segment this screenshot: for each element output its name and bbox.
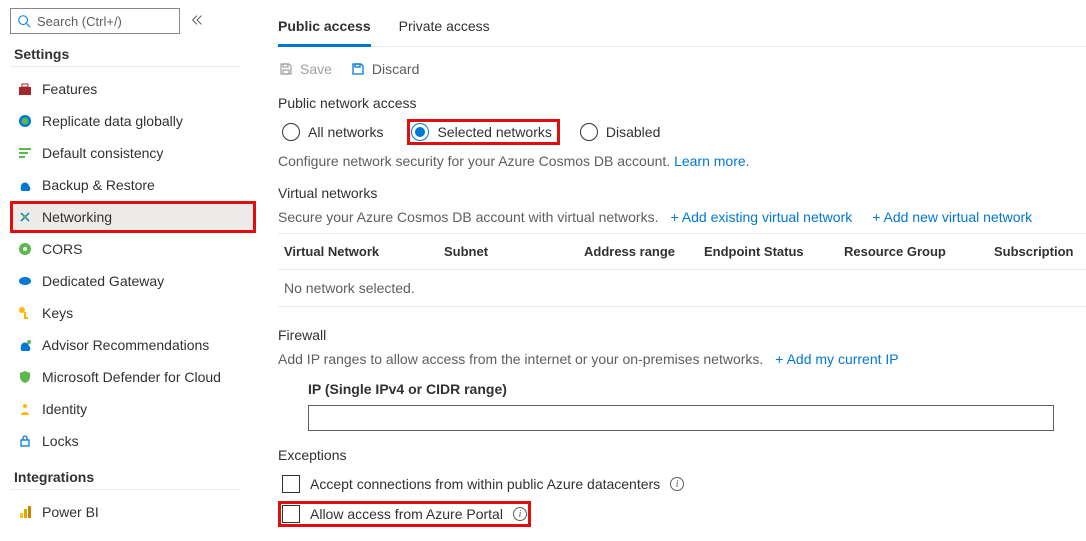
radio-icon — [580, 123, 598, 141]
sidebar-item-powerbi[interactable]: Power BI — [10, 496, 256, 528]
toolbox-icon — [14, 81, 36, 97]
info-icon[interactable]: i — [670, 477, 684, 491]
cloud-restore-icon — [14, 177, 36, 193]
sidebar-item-gateway[interactable]: Dedicated Gateway — [10, 265, 256, 297]
checkbox-icon — [282, 505, 300, 523]
sidebar-item-networking[interactable]: Networking — [10, 201, 256, 233]
networking-icon — [14, 209, 36, 225]
vnet-title: Virtual networks — [278, 185, 1086, 201]
radio-icon — [282, 123, 300, 141]
exceptions-title: Exceptions — [278, 447, 1086, 463]
checkbox-icon — [282, 475, 300, 493]
exception-azure-datacenters[interactable]: Accept connections from within public Az… — [278, 471, 1086, 497]
exception-azure-portal[interactable]: Allow access from Azure Portal i — [278, 501, 531, 527]
firewall-sub: Add IP ranges to allow access from the i… — [278, 351, 1086, 367]
sidebar-item-defender[interactable]: Microsoft Defender for Cloud — [10, 361, 256, 393]
col-subscription: Subscription — [994, 244, 1086, 259]
tabs: Public access Private access — [278, 10, 1086, 47]
col-subnet: Subnet — [444, 244, 584, 259]
identity-icon — [14, 401, 36, 417]
toolbar: Save Discard — [278, 47, 1086, 89]
vnet-sub: Secure your Azure Cosmos DB account with… — [278, 209, 1086, 225]
chevron-double-left-icon — [190, 13, 204, 27]
cors-icon — [14, 241, 36, 257]
ip-range-input[interactable] — [308, 405, 1054, 431]
tab-private-access[interactable]: Private access — [399, 10, 490, 46]
sidebar-item-locks[interactable]: Locks — [10, 425, 256, 457]
learn-more-link[interactable]: Learn more. — [674, 153, 749, 169]
search-input[interactable]: Search (Ctrl+/) — [10, 8, 180, 34]
discard-icon — [350, 61, 366, 77]
vnet-table-empty: No network selected. — [278, 270, 1086, 307]
sidebar-item-advisor[interactable]: Advisor Recommendations — [10, 329, 256, 361]
search-placeholder: Search (Ctrl+/) — [37, 14, 122, 29]
add-my-ip-link[interactable]: + Add my current IP — [775, 351, 898, 367]
tab-public-access[interactable]: Public access — [278, 10, 371, 47]
save-button[interactable]: Save — [278, 61, 332, 77]
info-icon[interactable]: i — [513, 507, 527, 521]
sidebar: Search (Ctrl+/) Settings Features Replic… — [0, 0, 256, 531]
lock-icon — [14, 433, 36, 449]
firewall-title: Firewall — [278, 327, 1086, 343]
add-new-vnet-link[interactable]: + Add new virtual network — [872, 209, 1032, 225]
main-content: Public access Private access Save Discar… — [256, 0, 1086, 531]
gateway-icon — [14, 273, 36, 289]
add-existing-vnet-link[interactable]: + Add existing virtual network — [671, 209, 853, 225]
public-access-radio-group: All networks Selected networks Disabled — [278, 119, 1086, 145]
sidebar-item-keys[interactable]: Keys — [10, 297, 256, 329]
sidebar-item-features[interactable]: Features — [10, 73, 256, 105]
radio-selected-networks[interactable]: Selected networks — [407, 119, 559, 145]
advisor-icon — [14, 337, 36, 353]
sidebar-item-consistency[interactable]: Default consistency — [10, 137, 256, 169]
vnet-table-header: Virtual Network Subnet Address range End… — [278, 233, 1086, 270]
col-address-range: Address range — [584, 244, 704, 259]
save-icon — [278, 61, 294, 77]
col-resource-group: Resource Group — [844, 244, 994, 259]
radio-disabled[interactable]: Disabled — [576, 119, 668, 145]
globe-icon — [14, 113, 36, 129]
key-icon — [14, 305, 36, 321]
ip-range-label: IP (Single IPv4 or CIDR range) — [278, 375, 1086, 405]
sidebar-section-integrations: Integrations — [14, 469, 256, 485]
sidebar-section-settings: Settings — [14, 46, 256, 62]
sidebar-item-cors[interactable]: CORS — [10, 233, 256, 265]
public-access-title: Public network access — [278, 95, 1086, 111]
radio-all-networks[interactable]: All networks — [278, 119, 391, 145]
discard-button[interactable]: Discard — [350, 61, 419, 77]
col-endpoint-status: Endpoint Status — [704, 244, 844, 259]
sidebar-item-replicate[interactable]: Replicate data globally — [10, 105, 256, 137]
shield-icon — [14, 369, 36, 385]
powerbi-icon — [14, 504, 36, 520]
sidebar-item-identity[interactable]: Identity — [10, 393, 256, 425]
radio-icon — [411, 123, 429, 141]
public-access-help: Configure network security for your Azur… — [278, 153, 1086, 169]
bars-icon — [14, 145, 36, 161]
collapse-sidebar-button[interactable] — [186, 9, 208, 34]
search-icon — [17, 14, 31, 28]
sidebar-item-backup[interactable]: Backup & Restore — [10, 169, 256, 201]
col-virtual-network: Virtual Network — [284, 244, 444, 259]
